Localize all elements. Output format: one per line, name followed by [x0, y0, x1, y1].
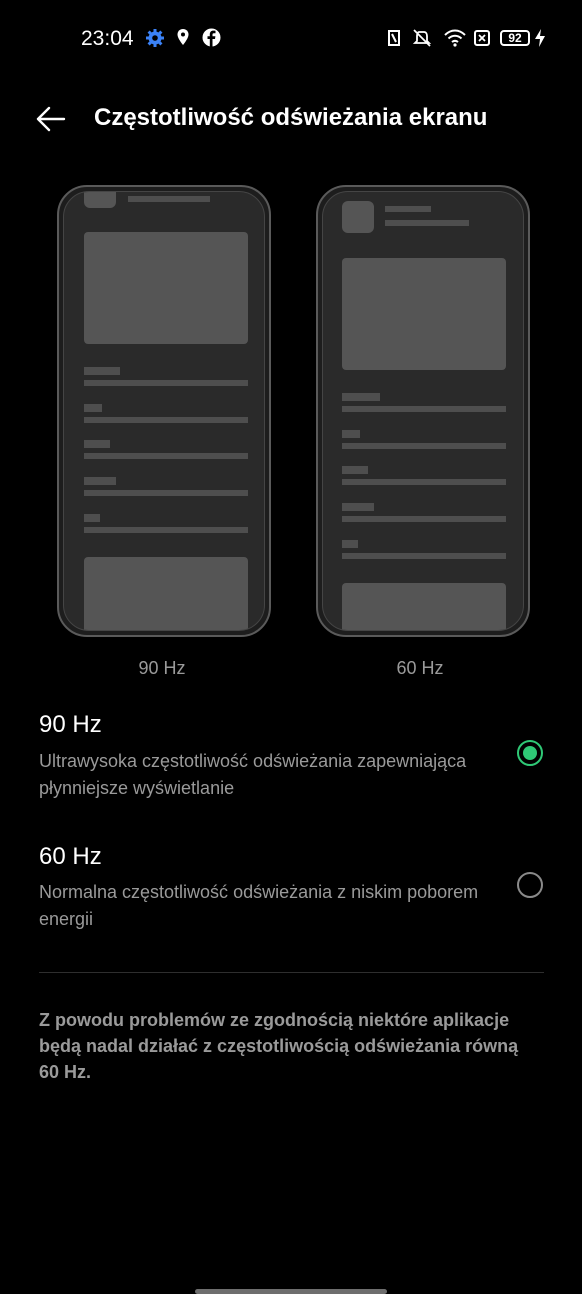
back-arrow-icon[interactable] — [36, 106, 66, 132]
vibrate-off-icon — [412, 29, 432, 47]
preview-caption-90hz: 90 Hz — [138, 658, 186, 678]
status-bar: 23:04 92 — [0, 0, 582, 78]
compatibility-note: Z powodu problemów ze zgodnością niektór… — [39, 1010, 519, 1082]
status-time: 23:04 — [81, 27, 134, 50]
divider — [39, 972, 544, 973]
charging-icon — [535, 29, 545, 47]
location-icon — [177, 29, 189, 45]
radio-90hz-selected[interactable] — [517, 740, 543, 766]
wifi-icon — [444, 29, 466, 47]
gesture-nav-bar[interactable] — [195, 1289, 387, 1294]
settings-gear-icon — [146, 29, 164, 47]
radio-60hz[interactable] — [517, 872, 543, 898]
option-description: Normalna częstotliwość odświeżania z nis… — [39, 882, 479, 929]
preview-60hz[interactable] — [316, 185, 530, 637]
nfc-icon — [388, 30, 400, 46]
option-description: Ultrawysoka częstotliwość odświeżania za… — [39, 751, 467, 798]
preview-caption-60hz: 60 Hz — [396, 658, 444, 678]
facebook-icon — [202, 28, 221, 47]
preview-90hz[interactable] — [57, 185, 271, 637]
page-title: Częstotliwość odświeżania ekranu — [94, 104, 488, 131]
option-title: 90 Hz — [39, 711, 102, 738]
battery-level: 92 — [508, 31, 522, 45]
battery-icon: 92 — [500, 30, 530, 46]
sim-x-icon — [474, 30, 490, 46]
option-title: 60 Hz — [39, 843, 102, 870]
